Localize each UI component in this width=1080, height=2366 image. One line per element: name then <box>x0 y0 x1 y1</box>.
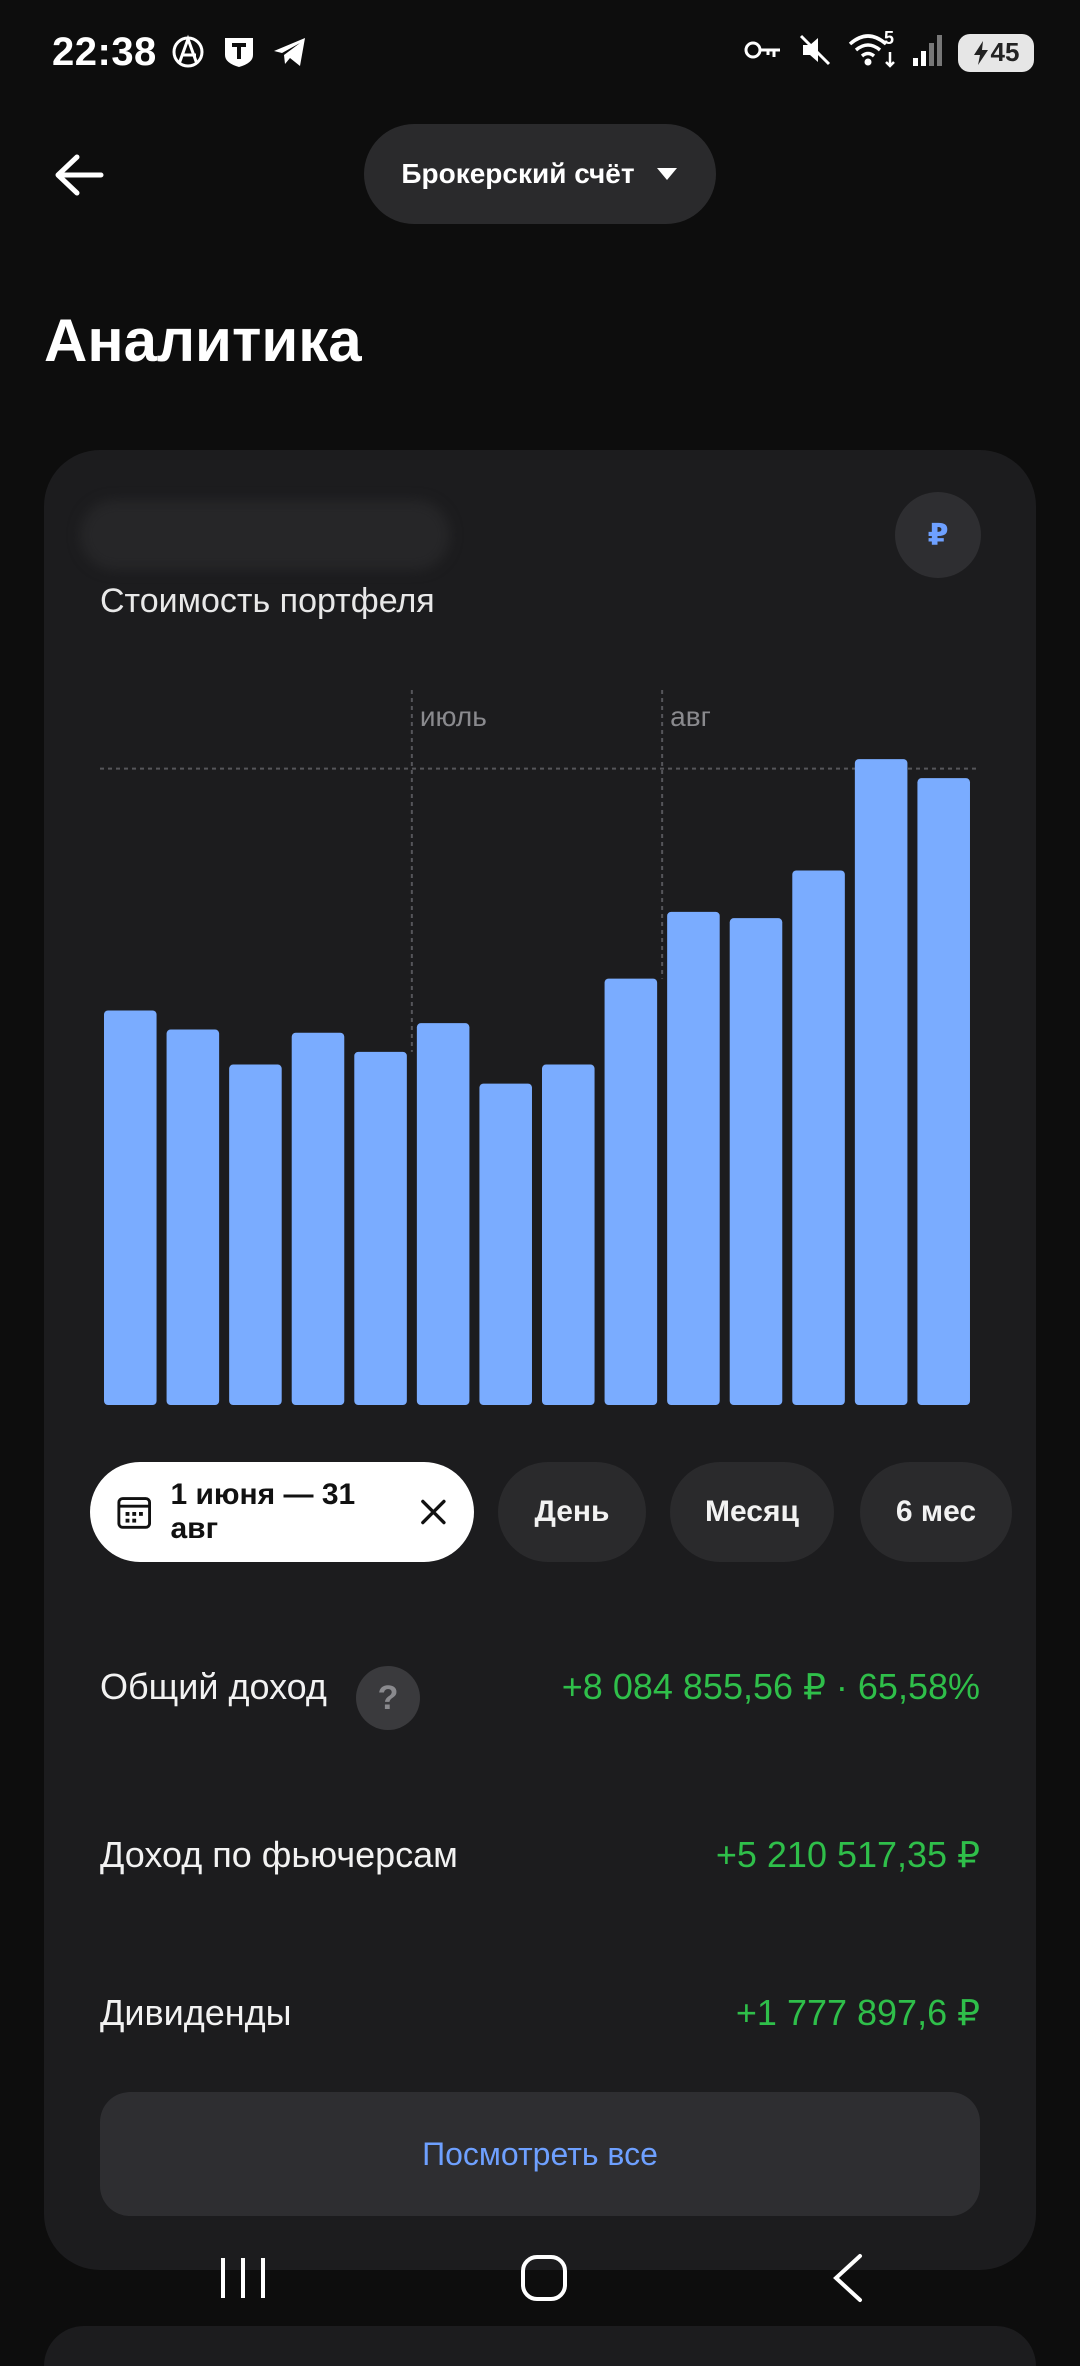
dividends-value: +1 777 897,6 ₽ <box>735 1992 980 2033</box>
status-icons-right: 5 45 <box>744 28 1034 73</box>
chart-subtitle: Стоимость портфеля <box>100 582 435 620</box>
account-selector[interactable]: Брокерский счёт <box>364 124 716 224</box>
chart-bar[interactable] <box>667 911 720 1405</box>
next-card-edge <box>44 2326 1036 2366</box>
back-nav-button[interactable] <box>803 2238 893 2318</box>
help-button[interactable]: ? <box>356 1666 420 1730</box>
recent-apps-icon <box>221 2258 265 2298</box>
chart-bar[interactable] <box>542 1064 595 1405</box>
chart-bar[interactable] <box>291 1032 345 1405</box>
total-income-label: Общий доход <box>100 1666 327 1707</box>
triangle-down-icon <box>656 168 677 180</box>
see-all-button[interactable]: Посмотреть все <box>100 2092 980 2216</box>
chart-bar[interactable] <box>354 1051 407 1405</box>
futures-income-label: Доход по фьючерсам <box>100 1834 458 1875</box>
total-income-value: +8 084 855,56 ₽ · 65,58% <box>561 1666 980 1707</box>
battery-icon: 45 <box>958 33 1034 72</box>
chart-bar[interactable] <box>479 1083 532 1405</box>
status-time: 22:38 <box>52 30 157 74</box>
chart-bar[interactable] <box>416 1023 470 1405</box>
month-marker-label: авг <box>670 701 711 732</box>
home-button[interactable] <box>499 2238 589 2318</box>
chart-bar[interactable] <box>854 759 908 1405</box>
anarchy-icon <box>170 34 206 75</box>
recent-apps-button[interactable] <box>198 2238 288 2318</box>
chart-bar[interactable] <box>604 978 658 1405</box>
chart-bar[interactable] <box>229 1064 282 1405</box>
chart-bar[interactable] <box>166 1029 220 1405</box>
wifi-icon: 5 <box>848 28 896 73</box>
chart-bar[interactable] <box>917 778 970 1405</box>
chip-month[interactable]: Месяц <box>670 1462 834 1562</box>
futures-income-value: +5 210 517,35 ₽ <box>715 1834 980 1875</box>
portfolio-value-chart[interactable]: июль авг <box>100 680 980 1410</box>
chart-bar[interactable] <box>729 918 783 1405</box>
currency-toggle-button[interactable]: ₽ <box>895 492 981 578</box>
hidden-balance <box>80 500 450 570</box>
status-icons-left <box>170 34 308 75</box>
month-marker-label: июль <box>420 701 487 732</box>
calendar-icon <box>117 1497 151 1529</box>
t-bank-icon <box>222 35 256 74</box>
mute-icon <box>798 33 832 72</box>
home-icon <box>521 2255 567 2301</box>
dividends-label: Дивиденды <box>100 1992 292 2033</box>
chevron-left-icon <box>833 2254 862 2302</box>
account-selector-label: Брокерский счёт <box>401 158 635 189</box>
key-icon <box>744 38 782 67</box>
arrow-left-icon <box>55 154 104 196</box>
chart-bar[interactable] <box>792 870 845 1405</box>
close-icon[interactable] <box>419 1497 448 1527</box>
page-title: Аналитика <box>44 307 362 374</box>
battery-level: 45 <box>990 37 1020 67</box>
signal-icon <box>912 34 942 71</box>
chip-day[interactable]: День <box>498 1462 646 1562</box>
back-button[interactable] <box>44 140 114 210</box>
date-range-label: 1 июня — 31 авг <box>170 1478 356 1545</box>
date-range-chip[interactable]: 1 июня — 31 авг <box>90 1462 474 1562</box>
telegram-icon <box>272 35 308 74</box>
wifi-standard-label: 5 <box>883 28 894 48</box>
chip-6-months[interactable]: 6 мес <box>860 1462 1012 1562</box>
chart-bar[interactable] <box>104 1010 157 1405</box>
